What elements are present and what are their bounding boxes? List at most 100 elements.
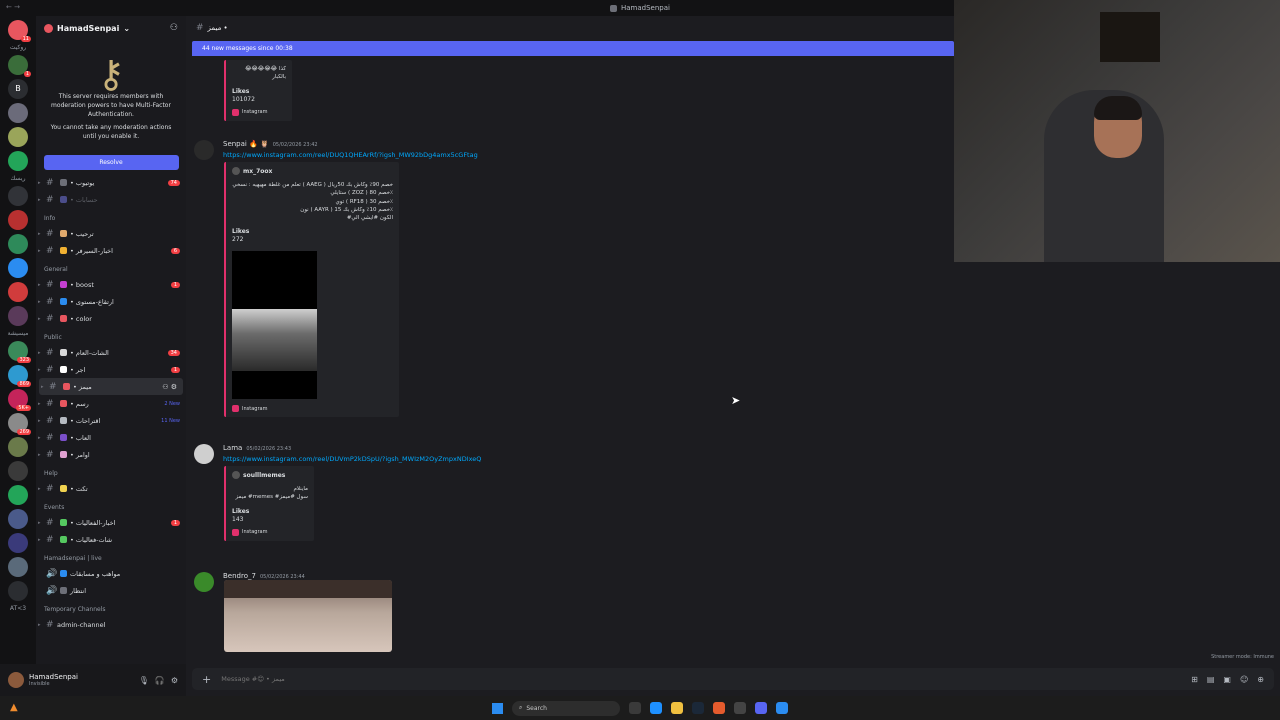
channel-item[interactable]: ▸ # • يوتيوب 74 [36, 174, 186, 191]
server-header[interactable]: HamadSenpai ⌄ ⚇ [36, 16, 186, 40]
channel-item[interactable]: ▸ # • العاب [36, 429, 186, 446]
new-messages-bar[interactable]: 44 new messages since 00:38 [192, 41, 954, 56]
channel-emoji-icon [60, 196, 67, 203]
server-icon[interactable] [8, 234, 28, 254]
category-events[interactable]: Events [36, 497, 186, 514]
nav-arrows[interactable]: ← → [6, 3, 20, 11]
taskbar-search[interactable]: ⌕ Search [512, 700, 620, 716]
embed-image[interactable] [232, 251, 317, 400]
plus-icon[interactable]: + [202, 673, 211, 686]
firefox-icon[interactable] [713, 702, 725, 714]
username: HamadSenpai [29, 672, 78, 681]
avatar[interactable] [8, 672, 24, 688]
channel-item[interactable]: ▸ # • رسم 2 New [36, 395, 186, 412]
server-icon[interactable] [8, 151, 28, 171]
channel-item[interactable]: ▸ # • ارتقاع-مستوى [36, 293, 186, 310]
gift-icon[interactable]: ⊞ [1191, 675, 1198, 684]
avatar[interactable] [194, 572, 214, 592]
channel-item[interactable]: ▸ # • ترحيب [36, 225, 186, 242]
user-status: Invisible [29, 681, 50, 688]
channel-item[interactable]: 🔊 انتظار [36, 582, 186, 599]
server-icon[interactable]: 5K+ [8, 389, 31, 411]
server-icon[interactable]: 11 [8, 20, 31, 42]
channel-item[interactable]: ▸ # admin-channel [36, 616, 186, 633]
category-general[interactable]: General [36, 259, 186, 276]
resolve-button[interactable]: Resolve [43, 155, 179, 170]
mfa-notice: ⚷ This server requires members with mode… [36, 40, 186, 151]
discord-icon[interactable] [755, 702, 767, 714]
channel-item[interactable]: ▸ # • الشات-العام 34 [36, 344, 186, 361]
embed-author[interactable]: soulllmemes [243, 472, 285, 479]
category-temp[interactable]: Temporary Channels [36, 599, 186, 616]
discord-icon [610, 4, 617, 12]
embed-author[interactable]: mx_7oox [243, 168, 272, 175]
server-icon[interactable] [8, 103, 28, 123]
server-icon[interactable]: B [8, 79, 28, 99]
channel-item[interactable]: ▸ # • تكت [36, 480, 186, 497]
gif-icon[interactable]: ▤ [1207, 675, 1215, 684]
message-link[interactable]: https://www.instagram.com/reel/DUVmP2kDS… [223, 455, 481, 463]
category-live[interactable]: Hamadsenpai | live [36, 548, 186, 565]
person-add-icon[interactable]: ⚇ [170, 23, 178, 33]
channel-item[interactable]: ▸ # • اخبار-الفعاليات 1 [36, 514, 186, 531]
channel-settings-icon[interactable]: ⚇ ⚙ [162, 383, 177, 391]
steam-icon[interactable] [692, 702, 704, 714]
message-author[interactable]: Lama [223, 444, 242, 452]
hash-icon: # [49, 381, 57, 392]
server-icon[interactable] [8, 581, 28, 601]
message-author[interactable]: Senpai 🔥 🦉 [223, 140, 269, 148]
edge-icon[interactable] [650, 702, 662, 714]
category-public[interactable]: Public [36, 327, 186, 344]
message-link[interactable]: https://www.instagram.com/reel/DUQ1QHEAr… [223, 151, 478, 159]
server-icon[interactable] [8, 509, 28, 529]
message-input[interactable] [221, 675, 822, 683]
channel-item[interactable]: ▸ # • اخبار-السيرفر 6 [36, 242, 186, 259]
video-thumbnail[interactable] [224, 580, 392, 652]
folder-icon[interactable] [671, 702, 683, 714]
warning-icon[interactable]: ▲ [10, 702, 18, 713]
server-icon[interactable]: 323 [8, 341, 31, 363]
emoji-icon[interactable]: ☺ [1240, 675, 1248, 684]
server-icon[interactable] [8, 485, 28, 505]
server-icon[interactable] [8, 461, 28, 481]
app-icon[interactable] [734, 702, 746, 714]
server-icon[interactable] [8, 258, 28, 278]
server-icon[interactable] [8, 533, 28, 553]
headphones-icon[interactable]: 🎧 [155, 676, 165, 685]
server-icon[interactable] [8, 210, 28, 230]
apps-icon[interactable]: ⊕ [1257, 675, 1264, 684]
channel-item[interactable]: ▸ # • شات-فعاليات [36, 531, 186, 548]
app-icon[interactable] [776, 702, 788, 714]
category-help[interactable]: Help [36, 463, 186, 480]
server-icon[interactable] [8, 437, 28, 457]
channel-item[interactable]: ▸ # • boost 1 [36, 276, 186, 293]
channel-item[interactable]: ▸ # • اقتراحات 11 New [36, 412, 186, 429]
task-view-icon[interactable] [629, 702, 641, 714]
gear-icon[interactable]: ⚙ [171, 676, 178, 685]
avatar[interactable] [194, 444, 214, 464]
avatar[interactable] [194, 140, 214, 160]
server-icon[interactable]: 869 [8, 365, 31, 387]
hash-icon: # [46, 619, 54, 630]
message-timestamp: 05/02/2026 23:43 [246, 446, 292, 452]
server-icon[interactable] [8, 127, 28, 147]
server-icon[interactable] [8, 186, 28, 206]
server-icon[interactable] [8, 306, 28, 326]
channel-item[interactable]: ▸ # • حسابات [36, 191, 186, 208]
new-messages-tag: 2 New [164, 400, 180, 407]
message-author[interactable]: Bendro_7 [223, 572, 256, 580]
channel-item[interactable]: ▸ # • ميمز ⚇ ⚙ [39, 378, 183, 395]
channel-item[interactable]: 🔊 مواهب و مسابقات [36, 565, 186, 582]
server-icon[interactable]: 269 [8, 413, 31, 435]
sticker-icon[interactable]: ▣ [1223, 675, 1231, 684]
channel-item[interactable]: ▸ # • اجر 1 [36, 361, 186, 378]
server-icon[interactable] [8, 282, 28, 302]
speaker-icon: 🔊 [46, 585, 58, 596]
server-icon[interactable] [8, 557, 28, 577]
server-icon[interactable]: 1 [8, 55, 31, 77]
windows-start-icon[interactable] [492, 702, 503, 714]
category-info[interactable]: Info [36, 208, 186, 225]
channel-item[interactable]: ▸ # • اوامر [36, 446, 186, 463]
microphone-icon[interactable]: 🎙 [139, 676, 149, 685]
channel-item[interactable]: ▸ # • color [36, 310, 186, 327]
